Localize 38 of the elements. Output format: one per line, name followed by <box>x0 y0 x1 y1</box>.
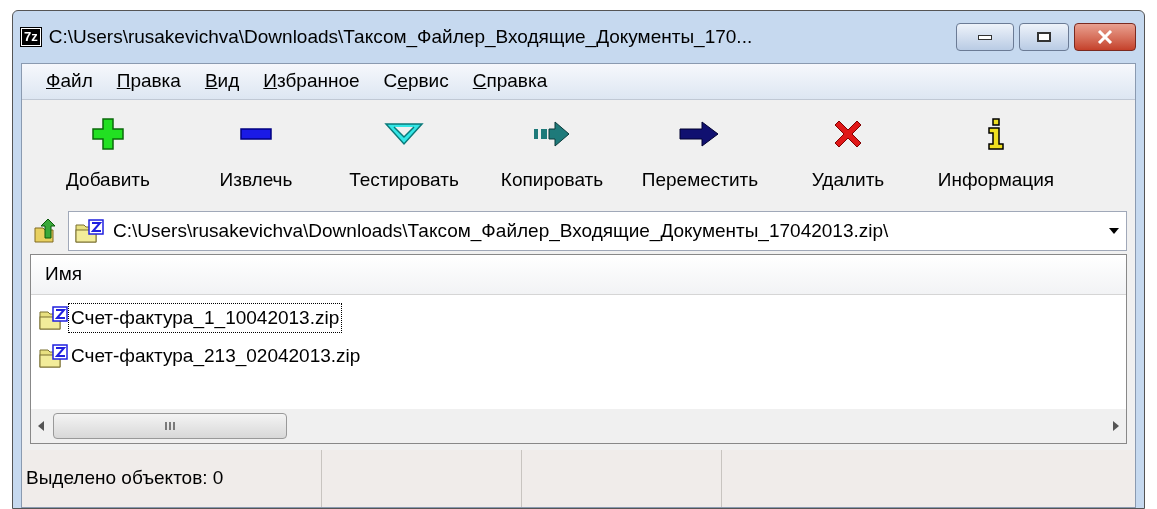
menu-item[interactable]: Файл <box>46 67 93 96</box>
file-name[interactable]: Счет-фактура_1_10042013.zip <box>69 303 342 333</box>
toolbar-button[interactable]: Добавить <box>38 110 178 198</box>
menu-item[interactable]: Вид <box>204 67 240 96</box>
scrollbar-thumb[interactable] <box>53 413 287 439</box>
dashed-arrow-icon <box>532 119 572 149</box>
toolbar-button[interactable]: Тестировать <box>334 110 474 198</box>
info-icon <box>985 117 1007 151</box>
toolbar-button[interactable]: Удалить <box>778 110 918 198</box>
toolbar-button[interactable]: Копировать <box>482 110 622 198</box>
menu-item[interactable]: Справка <box>472 67 548 96</box>
column-header[interactable]: Имя <box>31 255 1126 294</box>
maximize-button[interactable] <box>1019 23 1069 51</box>
grip-icon <box>164 421 176 431</box>
toolbar-button[interactable]: Информация <box>926 110 1066 198</box>
address-field[interactable]: C:\Users\rusakevichva\Downloads\Таксом_Файлер_Входящие_Документы_17042013.zip\ <box>68 211 1127 251</box>
chevron-down-icon <box>384 122 424 146</box>
zip-folder-icon <box>39 306 69 330</box>
scroll-right-icon <box>1112 421 1120 431</box>
minus-icon <box>239 126 273 142</box>
menu-item[interactable]: Сервис <box>383 67 449 96</box>
window-title: C:\Users\rusakevichva\Downloads\Таксом_Файлер_Входящие_Документы_170... <box>48 24 754 50</box>
minimize-button[interactable] <box>956 23 1014 51</box>
file-name[interactable]: Счет-фактура_213_02042013.zip <box>69 341 363 371</box>
toolbar-button[interactable]: Переместить <box>630 110 770 198</box>
scroll-left-icon <box>37 421 45 431</box>
close-button[interactable] <box>1074 23 1136 51</box>
dropdown-arrow-icon <box>1108 227 1120 235</box>
menu-item[interactable]: Избранное <box>263 67 360 96</box>
horizontal-scrollbar[interactable] <box>31 409 1126 443</box>
zip-folder-icon <box>75 219 105 243</box>
app-icon: 7z <box>21 28 41 46</box>
zip-folder-icon <box>39 344 69 368</box>
menu-item[interactable]: Правка <box>116 67 181 96</box>
close-icon <box>1097 30 1113 44</box>
toolbar-button[interactable]: Извлечь <box>186 110 326 198</box>
status-text: Выделено объектов: 0 <box>26 466 224 491</box>
plus-icon <box>91 117 125 151</box>
